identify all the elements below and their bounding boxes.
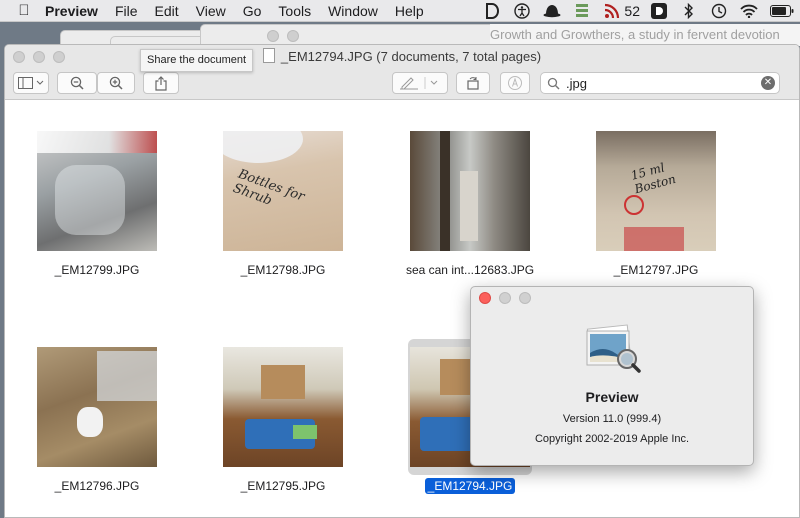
- window-minimize-button[interactable]: [287, 30, 299, 42]
- time-machine-icon[interactable]: [710, 3, 728, 19]
- accessibility-icon[interactable]: [513, 3, 531, 19]
- thumbnail-image[interactable]: [37, 347, 157, 467]
- d-app-icon[interactable]: [650, 3, 668, 19]
- thumbnail-image[interactable]: [410, 131, 530, 251]
- thumbnail-item[interactable]: Bottles for Shrub _EM12798.JPG: [193, 131, 373, 278]
- zoom-out-button[interactable]: [57, 72, 97, 94]
- thumbnail-image[interactable]: Bottles for Shrub: [223, 131, 343, 251]
- thumbnail-item[interactable]: _EM12796.JPG: [7, 347, 187, 494]
- preview-app-icon: [586, 324, 641, 373]
- share-icon: [155, 75, 167, 91]
- thumbnail-item[interactable]: _EM12799.JPG: [7, 131, 187, 278]
- zoom-in-icon: [109, 76, 123, 90]
- zoom-button[interactable]: [53, 51, 65, 63]
- wifi-icon[interactable]: [740, 3, 758, 19]
- markup-pen-button[interactable]: [392, 72, 448, 94]
- thumbnail-caption: sea can int...12683.JPG: [405, 263, 535, 277]
- traffic-lights: [479, 292, 531, 304]
- zoom-out-icon: [70, 76, 84, 90]
- close-button[interactable]: [13, 51, 25, 63]
- share-button[interactable]: [143, 72, 179, 94]
- thumbnail-caption: _EM12799.JPG: [54, 263, 140, 277]
- minimize-button[interactable]: [33, 51, 45, 63]
- menu-tools[interactable]: Tools: [270, 0, 320, 22]
- zoom-button[interactable]: [519, 292, 531, 304]
- title-bar[interactable]: _EM12794.JPG (7 documents, 7 total pages…: [5, 45, 799, 69]
- markup-icon: [508, 76, 522, 90]
- thumbnail-image[interactable]: 15 ml Boston: [596, 131, 716, 251]
- feed-count: 52: [624, 3, 640, 19]
- zoom-in-button[interactable]: [97, 72, 135, 94]
- thumbnail-item[interactable]: 15 ml Boston _EM12797.JPG: [566, 131, 746, 278]
- about-app-name: Preview: [585, 389, 639, 405]
- stack-icon[interactable]: [573, 3, 591, 19]
- window-title: _EM12794.JPG (7 documents, 7 total pages…: [280, 49, 542, 64]
- thumbnail-item[interactable]: _EM12795.JPG: [193, 347, 373, 494]
- hat-icon[interactable]: [543, 3, 561, 19]
- sidebar-icon: [18, 77, 44, 89]
- thumbnail-image[interactable]: [37, 131, 157, 251]
- bluetooth-icon[interactable]: [680, 3, 698, 19]
- clear-search-icon[interactable]: ✕: [761, 76, 775, 90]
- rss-feed-icon[interactable]: [603, 3, 621, 19]
- share-tooltip: Share the document: [140, 49, 254, 72]
- thumbnail-caption: _EM12794.JPG: [424, 478, 516, 494]
- search-icon: [547, 77, 560, 89]
- menu-app-preview[interactable]: Preview: [35, 0, 106, 22]
- status-area: 52: [477, 0, 800, 22]
- menu-help[interactable]: Help: [386, 0, 432, 22]
- search-input[interactable]: [564, 74, 758, 92]
- toolbar: ✕: [5, 69, 799, 100]
- thumbnail-caption: _EM12797.JPG: [613, 263, 699, 277]
- menu-go[interactable]: Go: [234, 0, 270, 22]
- dashlane-icon[interactable]: [483, 3, 501, 19]
- pen-icon: [400, 77, 438, 90]
- about-copyright: Copyright 2002-2019 Apple Inc.: [534, 433, 690, 445]
- menu-edit[interactable]: Edit: [146, 0, 187, 22]
- battery-icon[interactable]: [770, 3, 794, 19]
- close-button[interactable]: [479, 292, 491, 304]
- traffic-lights: [13, 51, 65, 63]
- thumbnail-item[interactable]: sea can int...12683.JPG: [380, 131, 560, 278]
- rotate-button[interactable]: [456, 72, 490, 94]
- minimize-button[interactable]: [499, 292, 511, 304]
- menu-view[interactable]: View: [187, 0, 234, 22]
- markup-toolbar-button[interactable]: [500, 72, 530, 94]
- window-close-button[interactable]: [267, 30, 279, 42]
- search-field[interactable]: ✕: [540, 72, 780, 94]
- sidebar-toggle-button[interactable]: [13, 72, 49, 94]
- menu-bar:  Preview File Edit View Go Tools Window…: [0, 0, 800, 22]
- thumbnail-caption: _EM12796.JPG: [54, 479, 140, 493]
- thumbnail-caption: _EM12795.JPG: [240, 479, 326, 493]
- document-icon[interactable]: [262, 48, 275, 63]
- apple-menu-icon[interactable]: : [13, 0, 35, 22]
- menu-window[interactable]: Window: [320, 0, 387, 22]
- thumbnail-image[interactable]: [223, 347, 343, 467]
- thumbnail-caption: _EM12798.JPG: [240, 263, 326, 277]
- menu-file[interactable]: File: [106, 0, 146, 22]
- about-preview-dialog: Preview Version 11.0 (999.4) Copyright 2…: [470, 286, 754, 466]
- thumbnail-caption-wrap: _EM12794.JPG: [380, 478, 560, 494]
- background-window-title[interactable]: Growth and Growthers, a study in fervent…: [490, 24, 800, 46]
- rotate-icon: [467, 77, 479, 90]
- about-version: Version 11.0 (999.4): [562, 413, 662, 425]
